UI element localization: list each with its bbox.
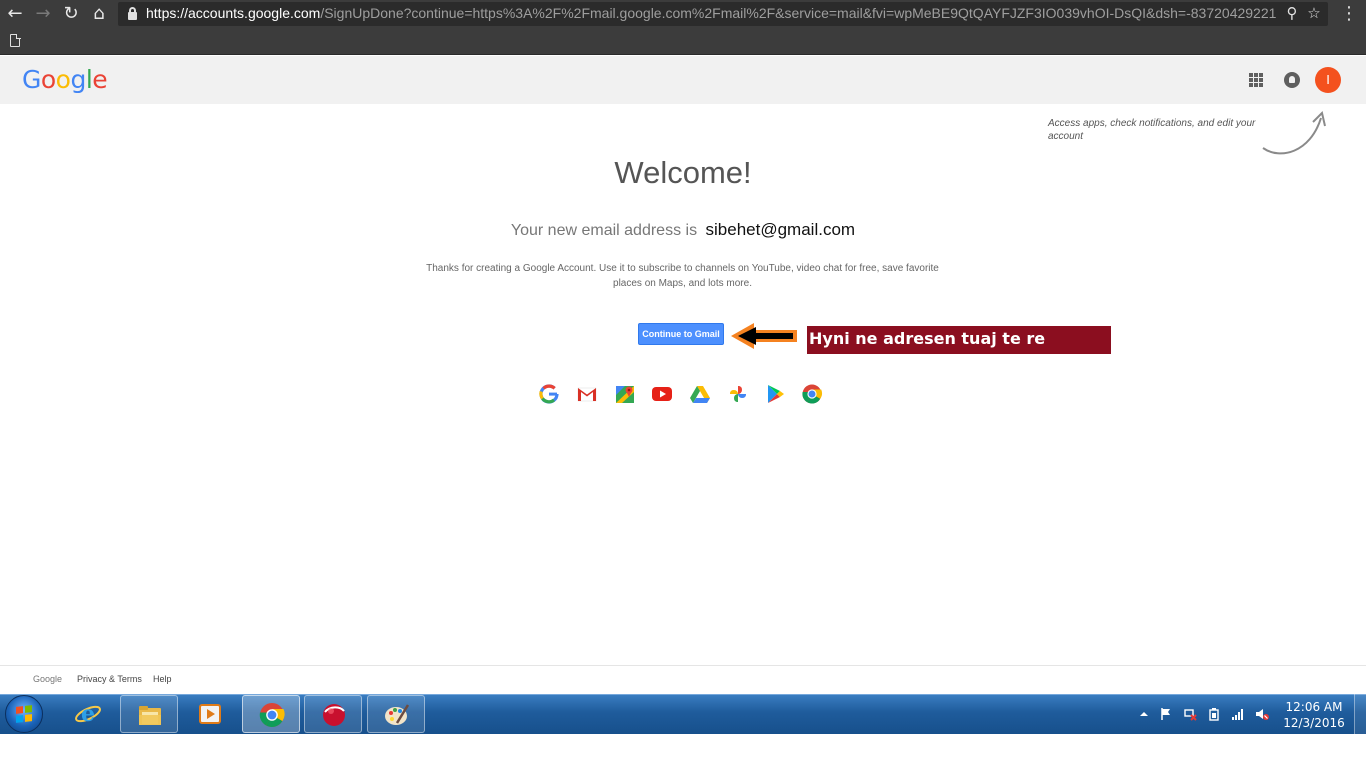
email-label: Your new email address is (510, 222, 698, 239)
apps-grid-icon[interactable] (1249, 73, 1263, 87)
url-text[interactable]: https://accounts.google.com/SignUpDone?c… (146, 5, 1276, 21)
footer-brand: Google (33, 674, 63, 684)
notifications-icon[interactable] (1284, 72, 1300, 88)
google-logo[interactable]: Google (22, 65, 108, 94)
clock-date: 12/3/2016 (1283, 716, 1345, 730)
gmail-icon[interactable] (576, 383, 598, 405)
taskbar-app-red[interactable] (304, 695, 362, 733)
zoom-icon[interactable]: ⚲ (1282, 3, 1302, 23)
page-footer: Google Privacy & Terms Help (0, 665, 1366, 694)
url-host: https://accounts.google.com (146, 5, 321, 21)
clock-time: 12:06 AM (1285, 700, 1343, 714)
start-button[interactable] (5, 695, 43, 733)
signal-icon[interactable] (1231, 707, 1245, 721)
red-sphere-icon (323, 704, 345, 726)
browser-toolbar: ← → ↻ ⌂ https://accounts.google.com/Sign… (0, 0, 1366, 28)
google-icon[interactable] (538, 383, 560, 405)
email-address: sibehet@gmail.com (705, 220, 856, 239)
system-tray (1135, 694, 1285, 734)
play-icon[interactable] (764, 383, 786, 405)
help-link[interactable]: Help (153, 674, 172, 684)
app-icons-row (538, 383, 828, 407)
menu-icon[interactable]: ⋮ (1340, 3, 1358, 25)
drive-icon[interactable] (689, 383, 711, 405)
network-error-icon[interactable] (1183, 707, 1197, 721)
screen-bottom-margin (0, 734, 1366, 768)
account-hint: Access apps, check notifications, and ed… (1048, 118, 1256, 142)
logo-letter: o (55, 65, 71, 94)
logo-letter: G (22, 65, 41, 94)
power-icon[interactable] (1207, 707, 1221, 721)
logo-letter: o (40, 65, 56, 94)
action-center-flag-icon[interactable] (1159, 707, 1173, 721)
page-icon[interactable] (10, 33, 21, 47)
lock-icon[interactable] (128, 7, 137, 20)
hint-arrow-icon (1262, 111, 1326, 155)
home-icon[interactable]: ⌂ (88, 3, 110, 25)
logo-letter: g (70, 65, 86, 94)
forward-icon[interactable]: → (32, 3, 54, 25)
page-title: Welcome! (614, 155, 752, 190)
annotation-arrow-icon (731, 323, 797, 349)
continue-to-gmail-button[interactable]: Continue to Gmail (638, 323, 724, 345)
chrome-icon[interactable] (801, 383, 823, 405)
taskbar-media-player[interactable] (181, 695, 239, 733)
folder-icon (139, 706, 161, 725)
google-header: Google I (0, 56, 1366, 104)
maps-icon[interactable] (614, 383, 636, 405)
volume-muted-icon[interactable] (1255, 707, 1269, 721)
avatar[interactable]: I (1315, 67, 1341, 93)
taskbar-paint[interactable] (367, 695, 425, 733)
bookmarks-bar (0, 28, 1366, 55)
taskbar-explorer[interactable] (120, 695, 178, 733)
paint-icon (385, 704, 410, 725)
taskbar-chrome[interactable] (242, 695, 300, 733)
logo-letter: e (92, 65, 108, 94)
email-line: Your new email address is sibehet@gmail.… (0, 220, 1366, 240)
media-player-icon (199, 704, 221, 724)
taskbar-clock[interactable]: 12:06 AM 12/3/2016 (1282, 699, 1346, 731)
url-path: /SignUpDone?continue=https%3A%2F%2Fmail.… (320, 5, 1276, 21)
chrome-taskbar-icon (259, 703, 285, 728)
star-icon[interactable]: ☆ (1304, 3, 1324, 23)
windows-taskbar: e 12:06 AM 12/3/2016 (0, 694, 1366, 734)
taskbar-internet-explorer[interactable]: e (59, 695, 117, 733)
photos-icon[interactable] (727, 383, 749, 405)
welcome-description: Thanks for creating a Google Account. Us… (426, 263, 939, 289)
reload-icon[interactable]: ↻ (60, 3, 82, 25)
privacy-terms-link[interactable]: Privacy & Terms (77, 674, 142, 684)
annotation-banner: Hyni ne adresen tuaj te re (807, 326, 1111, 354)
show-desktop-button[interactable] (1354, 694, 1366, 734)
youtube-icon[interactable] (651, 383, 673, 405)
svg-text:e: e (81, 701, 95, 727)
address-bar[interactable]: https://accounts.google.com/SignUpDone?c… (118, 2, 1328, 26)
back-icon[interactable]: ← (4, 3, 26, 25)
internet-explorer-icon: e (75, 701, 101, 727)
show-hidden-icons-icon[interactable] (1137, 707, 1151, 721)
windows-flag-icon (16, 705, 32, 723)
